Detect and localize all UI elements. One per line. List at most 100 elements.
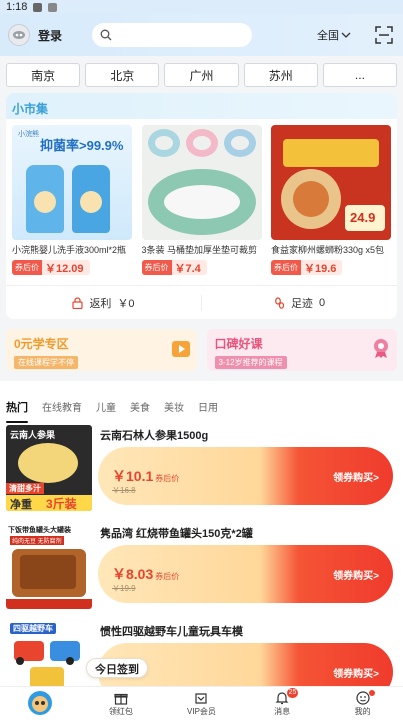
- bottom-nav: 领红包 VIP会员 25 消息 我的: [0, 686, 403, 720]
- status-bar: 1:18: [0, 0, 403, 14]
- footprint-label: 足迹: [290, 297, 313, 310]
- item-price: ￥8.03: [112, 566, 154, 582]
- product-name: 3条装 马桶垫加厚坐垫可裁剪: [141, 245, 258, 255]
- thumb-text: 纯肉无豆 无防腐剂: [10, 536, 64, 545]
- item-original-price: ￥16.8: [112, 486, 136, 495]
- item-title: 惯性四驱越野车儿童玩具车模: [100, 626, 243, 638]
- top-header: 登录 全国: [0, 14, 403, 56]
- nav-mine[interactable]: 我的: [322, 687, 403, 720]
- product-feed: 云南人参果 清甜多汁 净重 3斤装 云南石林人参果1500g ￥10.1 券后价…: [0, 419, 403, 713]
- promo-row: 0元学专区 在线课程学不停 口碑好课 3-12岁推荐的课程: [6, 329, 397, 371]
- item-price-bar[interactable]: ￥8.03 券后价 ￥19.9 领券购买>: [98, 545, 393, 603]
- footprint-value: 0: [318, 296, 326, 309]
- play-icon: [171, 341, 190, 357]
- promo-title: 口碑好课: [214, 337, 263, 351]
- avatar[interactable]: [8, 24, 30, 46]
- scan-icon: [375, 26, 393, 44]
- product-image-text: 24.9: [350, 210, 376, 225]
- coupon-buy-button[interactable]: 领券购买>: [333, 469, 379, 484]
- price-value: ￥7.4: [174, 262, 201, 275]
- item-price-label: 券后价: [155, 571, 180, 581]
- free-learning-card[interactable]: 0元学专区 在线课程学不停: [6, 329, 197, 371]
- tab-online-education[interactable]: 在线教育: [42, 399, 82, 419]
- stats-bar: 返利 ￥0 足迹 0: [6, 285, 397, 319]
- more-cities-button[interactable]: ...: [322, 63, 398, 87]
- thumb-text: 云南人参果: [10, 430, 56, 440]
- status-app-icon: [48, 2, 58, 12]
- good-courses-card[interactable]: 口碑好课 3-12岁推荐的课程: [206, 329, 397, 371]
- item-thumbnail: 下饭带鱼罐头大罐装 纯肉无豆 无防腐剂: [6, 523, 92, 609]
- tab-food[interactable]: 美食: [130, 399, 150, 419]
- product-price: 券后价 ￥19.6: [271, 260, 343, 275]
- nav-vip[interactable]: VIP会员: [161, 687, 242, 720]
- login-link[interactable]: 登录: [38, 27, 62, 44]
- coupon-buy-button[interactable]: 领券购买>: [333, 665, 379, 680]
- thumb-text: 四驱越野车: [10, 623, 56, 634]
- city-button[interactable]: 北京: [85, 63, 160, 87]
- mascot-icon: [28, 691, 53, 715]
- rebate-label: 返利: [89, 297, 112, 310]
- product-image: 24.9: [271, 125, 391, 240]
- product-image: [141, 125, 262, 240]
- city-selector: 南京 北京 广州 苏州 ...: [0, 56, 403, 93]
- market-title: 小市集: [6, 93, 397, 119]
- thumb-text: 净重: [10, 499, 32, 511]
- product-price: 券后价 ￥7.4: [141, 260, 207, 275]
- city-button[interactable]: 广州: [164, 63, 239, 87]
- list-item[interactable]: 下饭带鱼罐头大罐装 纯肉无豆 无防腐剂 隽品湾 红烧带鱼罐头150克*2罐 ￥8…: [0, 517, 403, 615]
- promo-subtitle: 3-12岁推荐的课程: [214, 356, 287, 369]
- chevron-down-icon: [341, 32, 351, 38]
- city-button[interactable]: 南京: [6, 63, 81, 87]
- item-price: ￥10.1: [112, 468, 154, 484]
- tab-daily[interactable]: 日用: [198, 399, 218, 419]
- market-section: 小市集 小浣熊 抑菌率>99.9% 小浣熊婴儿洗手液300ml*2瓶 券后价 ￥…: [6, 93, 397, 319]
- footprint-icon: [275, 296, 285, 309]
- item-thumbnail: 云南人参果 清甜多汁 净重 3斤装: [6, 425, 92, 511]
- product-card[interactable]: 小浣熊 抑菌率>99.9% 小浣熊婴儿洗手液300ml*2瓶 券后价 ￥12.0…: [12, 125, 132, 275]
- nav-label: 领红包: [108, 706, 133, 716]
- user-icon: [356, 690, 370, 705]
- product-card[interactable]: 24.9 食益家柳州螺蛳粉330g x5包 券后价 ￥19.6: [271, 125, 391, 275]
- tab-children[interactable]: 儿童: [96, 399, 116, 419]
- nav-label: 消息: [274, 706, 291, 716]
- item-price-bar[interactable]: ￥10.1 券后价 ￥16.8 领券购买>: [98, 447, 393, 505]
- item-title: 隽品湾 红烧带鱼罐头150克*2罐: [100, 528, 253, 540]
- status-time: 1:18: [6, 1, 28, 13]
- list-item[interactable]: 云南人参果 清甜多汁 净重 3斤装 云南石林人参果1500g ￥10.1 券后价…: [0, 419, 403, 517]
- search-input[interactable]: [92, 23, 253, 47]
- product-name: 食益家柳州螺蛳粉330g x5包: [271, 245, 385, 255]
- scan-button[interactable]: [373, 24, 395, 46]
- region-selector[interactable]: 全国: [317, 27, 351, 43]
- rebate-stat[interactable]: 返利 ￥0: [6, 295, 201, 311]
- nav-red-packet[interactable]: 领红包: [81, 687, 162, 720]
- price-label: 券后价: [12, 260, 42, 275]
- vip-icon: [195, 692, 208, 704]
- product-name: 小浣熊婴儿洗手液300ml*2瓶: [12, 245, 127, 255]
- product-card[interactable]: 3条装 马桶垫加厚坐垫可裁剪 券后价 ￥7.4: [141, 125, 262, 275]
- notification-dot: [368, 690, 375, 696]
- nav-home[interactable]: [0, 687, 81, 720]
- footprint-stat[interactable]: 足迹 0: [201, 294, 397, 311]
- search-icon: [100, 29, 112, 41]
- tab-hot[interactable]: 热门: [6, 399, 28, 423]
- product-price: 券后价 ￥12.09: [12, 260, 90, 275]
- city-button[interactable]: 苏州: [243, 63, 318, 87]
- thumb-text: 3斤装: [46, 497, 77, 511]
- nav-messages[interactable]: 25 消息: [242, 687, 323, 720]
- product-image: 小浣熊 抑菌率>99.9%: [12, 125, 132, 240]
- lock-icon: [72, 296, 84, 309]
- price-value: ￥19.6: [304, 262, 337, 275]
- daily-signin-button[interactable]: 今日签到: [86, 658, 148, 678]
- coupon-buy-button[interactable]: 领券购买>: [333, 567, 379, 582]
- rebate-value: ￥0: [117, 297, 135, 310]
- item-title: 云南石林人参果1500g: [100, 430, 209, 442]
- product-image-text: 抑菌率>99.9%: [40, 138, 124, 153]
- price-value: ￥12.09: [45, 262, 84, 275]
- nav-label: 我的: [354, 706, 371, 716]
- price-label: 券后价: [141, 260, 172, 275]
- message-badge: 25: [286, 688, 299, 698]
- app-screen: 1:18 登录 全国 南京 北京 广州 苏州 ... 小市集 小浣熊 抑菌率>9…: [0, 0, 403, 720]
- tab-beauty[interactable]: 美妆: [164, 399, 184, 419]
- gift-icon: [114, 693, 128, 705]
- nav-label: VIP会员: [187, 706, 216, 716]
